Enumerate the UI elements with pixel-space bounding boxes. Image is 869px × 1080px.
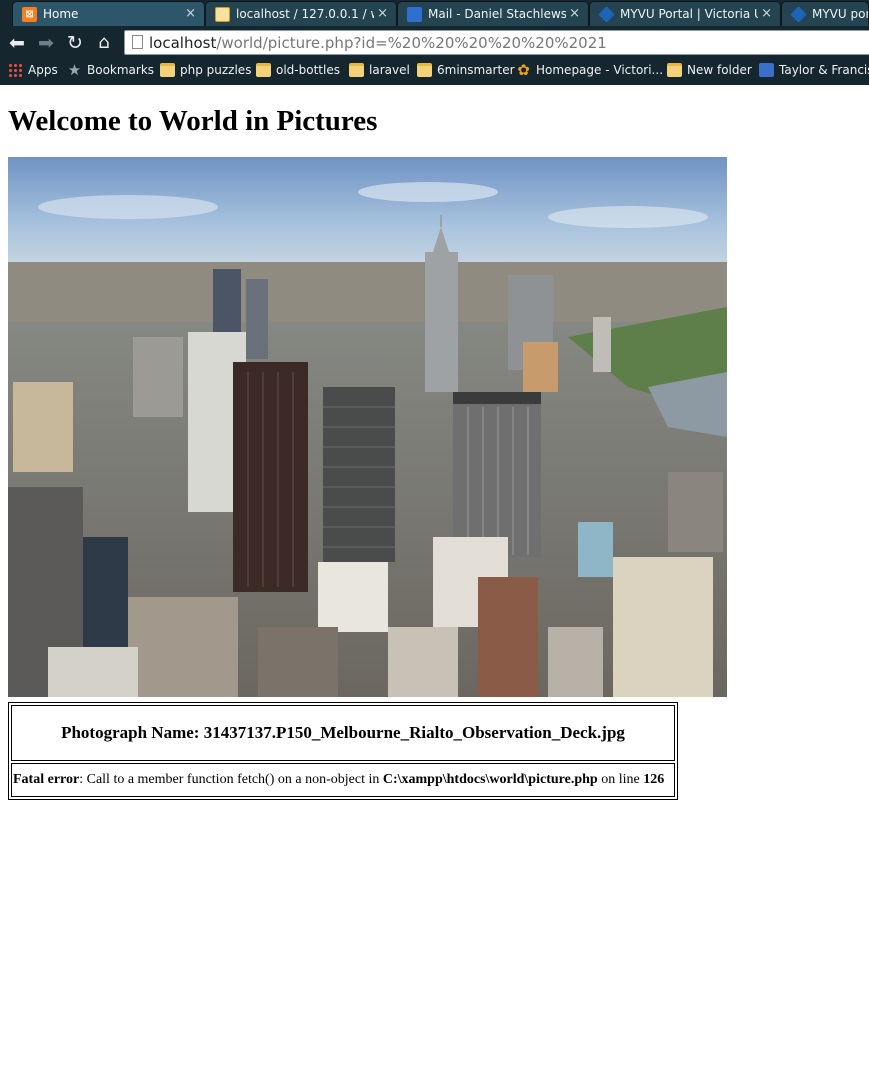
star-icon: ★ — [67, 61, 82, 79]
myvu-icon — [598, 6, 615, 23]
photo-name-cell: Photograph Name: 31437137.P150_Melbourne… — [11, 705, 675, 761]
bookmarks-bar: Apps ★ Bookmarks php puzzles old-bottles… — [0, 58, 869, 84]
myvu-icon — [790, 6, 807, 23]
php-error-cell: Fatal error: Call to a member function f… — [11, 763, 675, 797]
tab-label: Mail - Daniel Stachlewski — [428, 7, 566, 21]
photo-info-table: Photograph Name: 31437137.P150_Melbourne… — [8, 702, 678, 800]
tandf-icon — [759, 63, 774, 77]
mail-icon — [407, 7, 422, 22]
phpmyadmin-icon — [215, 7, 230, 22]
photo-name-value: 31437137.P150_Melbourne_Rialto_Observati… — [203, 723, 625, 742]
forward-arrow-icon[interactable]: ➡ — [35, 32, 57, 54]
photo-name-label: Photograph Name: — [61, 723, 200, 742]
folder-icon — [160, 63, 175, 77]
tab-strip: ⊠ Home × localhost / 127.0.0.1 / wor × M… — [0, 0, 869, 28]
tab-myvu-portal-2[interactable]: MYVU port — [781, 1, 869, 26]
tab-label: Home — [43, 7, 79, 21]
folder-icon — [256, 63, 271, 77]
error-label: Fatal error — [13, 772, 80, 787]
page-content: Welcome to World in Pictures Photograph … — [0, 85, 869, 1080]
bookmark-label: php puzzles — [180, 63, 252, 77]
bookmark-label: 6minsmarter — [437, 63, 515, 77]
tab-myvu-portal[interactable]: MYVU Portal | Victoria Uni × — [589, 1, 781, 26]
tab-phpmyadmin[interactable]: localhost / 127.0.0.1 / wor × — [205, 1, 397, 26]
xampp-icon: ⊠ — [22, 7, 37, 22]
close-icon[interactable]: × — [185, 6, 196, 21]
tab-label: MYVU port — [812, 7, 868, 21]
apps-grid-icon — [8, 63, 23, 77]
tab-label: MYVU Portal | Victoria Uni — [620, 7, 758, 21]
browser-chrome: ⊠ Home × localhost / 127.0.0.1 / wor × M… — [0, 0, 869, 85]
tab-mail[interactable]: Mail - Daniel Stachlewski × — [397, 1, 589, 26]
close-icon[interactable]: × — [377, 6, 388, 21]
close-icon[interactable]: × — [761, 6, 772, 21]
close-icon[interactable]: × — [569, 6, 580, 21]
page-title: Welcome to World in Pictures — [8, 105, 378, 137]
bookmark-label: Apps — [28, 63, 58, 77]
reload-icon[interactable]: ↻ — [64, 32, 86, 54]
tab-label: localhost / 127.0.0.1 / wor — [236, 7, 374, 21]
error-line-number: 126 — [643, 772, 665, 787]
bookmark-label: New folder — [687, 63, 752, 77]
bookmark-label: Bookmarks — [87, 63, 155, 77]
folder-icon — [349, 63, 364, 77]
error-message: : Call to a member function fetch() on a… — [79, 772, 383, 787]
bookmark-label: old-bottles — [276, 63, 340, 77]
error-file: C:\xampp\htdocs\world\picture.php — [382, 772, 598, 787]
folder-icon — [667, 63, 682, 77]
bookmark-label: Taylor & Francis O — [779, 63, 869, 77]
address-path: /world/picture.php?id=%20%20%20%20%20%20… — [216, 34, 607, 52]
address-host: localhost — [149, 34, 217, 52]
flower-icon: ✿ — [517, 61, 530, 79]
back-arrow-icon[interactable]: ⬅ — [6, 32, 28, 54]
city-photograph — [8, 157, 727, 697]
address-url: localhost/world/picture.php?id=%20%20%20… — [149, 34, 607, 52]
home-icon[interactable]: ⌂ — [93, 32, 115, 54]
folder-icon — [417, 63, 432, 77]
tab-home[interactable]: ⊠ Home × — [12, 1, 205, 26]
browser-toolbar: ⬅ ➡ ↻ ⌂ localhost/world/picture.php?id=%… — [0, 28, 869, 58]
bookmark-label: Homepage - Victori... — [536, 63, 664, 77]
page-icon — [132, 35, 143, 49]
address-bar[interactable]: localhost/world/picture.php?id=%20%20%20… — [124, 30, 869, 55]
error-on-line: on line — [597, 772, 644, 787]
bookmark-label: laravel — [369, 63, 410, 77]
